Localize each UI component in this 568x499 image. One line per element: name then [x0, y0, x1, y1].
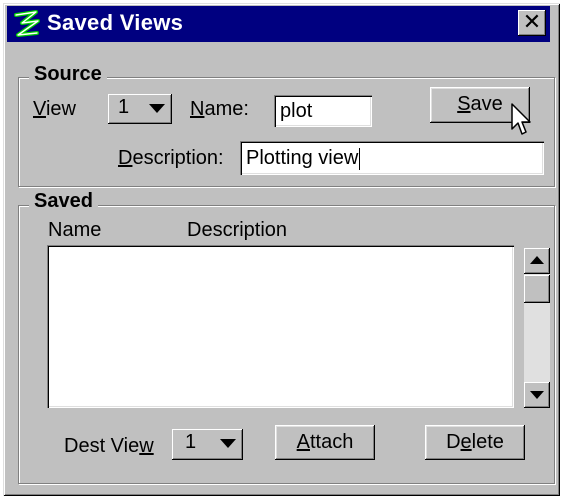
window-title: Saved Views	[47, 10, 184, 35]
dest-view-label: Dest View	[64, 435, 154, 457]
dest-view-select[interactable]: 1	[172, 429, 243, 460]
title-bar[interactable]: Saved Views ✕	[7, 6, 550, 42]
scroll-up-icon	[530, 256, 544, 264]
dest-view-select-value: 1	[185, 431, 197, 453]
saved-group-title: Saved	[29, 190, 98, 213]
attach-button[interactable]: Attach	[275, 425, 375, 460]
scroll-up-button[interactable]	[524, 248, 550, 274]
saved-views-list[interactable]	[47, 245, 514, 408]
chevron-down-icon	[149, 104, 165, 113]
view-select-value: 1	[118, 96, 130, 118]
name-field[interactable]: plot	[274, 95, 372, 127]
text-caret	[359, 147, 361, 170]
app-logo-icon	[14, 10, 40, 37]
scrollbar-thumb[interactable]	[524, 275, 550, 303]
source-group-title: Source	[29, 63, 107, 86]
description-label: Description:	[118, 147, 224, 169]
close-button[interactable]: ✕	[518, 10, 546, 36]
scroll-down-button[interactable]	[524, 382, 550, 408]
column-header-name: Name	[48, 219, 102, 241]
delete-button[interactable]: Delete	[425, 425, 525, 460]
chevron-down-icon	[220, 439, 236, 448]
column-header-description: Description	[187, 219, 288, 241]
view-label: View	[33, 98, 76, 120]
close-icon: ✕	[522, 10, 542, 35]
description-value: Plotting view	[246, 147, 359, 169]
description-field[interactable]: Plotting view	[240, 141, 544, 175]
name-label: Name:	[190, 98, 249, 120]
mouse-cursor-icon	[511, 103, 531, 135]
view-select[interactable]: 1	[108, 94, 172, 124]
scroll-down-icon	[530, 391, 544, 399]
